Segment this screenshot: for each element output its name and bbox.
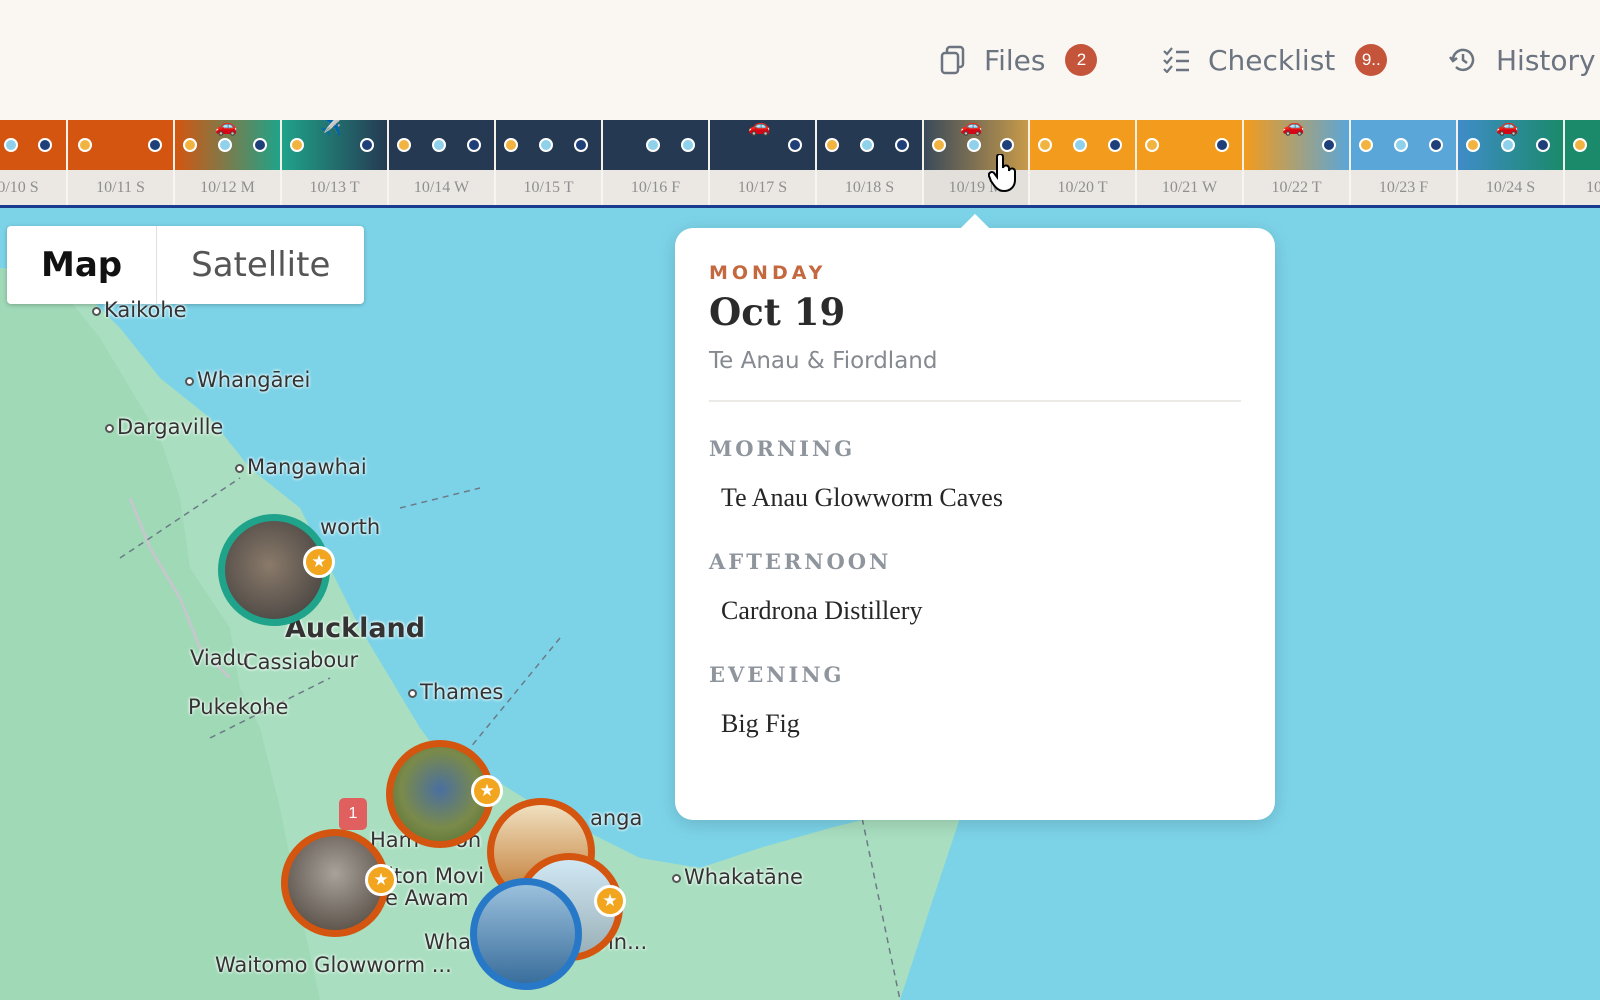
town-label: Kaikohe <box>92 298 187 322</box>
timeline-day[interactable]: 10/11 S <box>66 120 173 205</box>
timeline-day-label: 10/10 S <box>0 170 66 205</box>
town-label: bour <box>310 648 359 672</box>
timeline-day[interactable]: 10/10 S <box>0 120 66 205</box>
favorite-star-icon: ★ <box>365 864 397 896</box>
favorite-star-icon: ★ <box>471 775 503 807</box>
timeline-day-label: 10/20 T <box>1028 170 1135 205</box>
timeline-day-label: 10/21 W <box>1135 170 1242 205</box>
afternoon-activity[interactable]: Cardrona Distillery <box>721 596 1241 626</box>
morning-activity[interactable]: Te Anau Glowworm Caves <box>721 483 1241 513</box>
favorite-star-icon: ★ <box>594 885 626 917</box>
plane-icon: ✈️ <box>320 120 343 136</box>
day-detail-popup: MONDAY Oct 19 Te Anau & Fiordland MORNIN… <box>675 213 1275 820</box>
town-label: Waitomo Glowworm ... <box>215 953 452 977</box>
hand-cursor-icon <box>988 154 1016 192</box>
morning-heading: MORNING <box>709 436 856 461</box>
town-label: Pukekohe <box>188 695 289 719</box>
satellite-mode-button[interactable]: Satellite <box>157 226 364 304</box>
town-label: Thames <box>408 680 503 704</box>
town-label: Mangawhai <box>235 455 367 479</box>
evening-activity[interactable]: Big Fig <box>721 709 1241 739</box>
afternoon-heading: AFTERNOON <box>709 549 892 574</box>
car-icon: 🚗 <box>215 120 238 136</box>
files-count-badge: 2 <box>1065 44 1098 76</box>
timeline-day[interactable]: 🚗 10/24 S <box>1456 120 1563 205</box>
timeline-day[interactable]: 10/15 T <box>494 120 601 205</box>
history-button[interactable]: History <box>1448 40 1596 80</box>
timeline-day-label: 10/18 S <box>815 170 922 205</box>
history-label: History <box>1496 43 1596 77</box>
files-label: Files <box>984 43 1046 77</box>
timeline-day[interactable]: 10/14 W <box>387 120 494 205</box>
popup-region: Te Anau & Fiordland <box>709 348 938 374</box>
car-icon: 🚗 <box>960 120 983 136</box>
car-icon: 🚗 <box>1282 120 1305 136</box>
timeline-day[interactable]: ✈️ 10/13 T <box>280 120 387 205</box>
place-pin-cluster[interactable] <box>470 878 582 990</box>
timeline-day[interactable]: 10/23 F <box>1349 120 1456 205</box>
town-label: Whakatāne <box>672 865 803 889</box>
top-bar: Files 2 Checklist 9.. History <box>0 0 1600 120</box>
timeline-day[interactable]: 10/16 F <box>601 120 708 205</box>
car-icon: 🚗 <box>748 120 771 136</box>
favorite-star-icon: ★ <box>303 546 335 578</box>
timeline-day-label: 10/15 T <box>494 170 601 205</box>
town-label: anga <box>590 806 643 830</box>
map-mode-button[interactable]: Map <box>7 226 158 304</box>
timeline-day[interactable]: 🚗 10/12 M <box>173 120 280 205</box>
town-label: Auckland <box>285 613 426 644</box>
town-label: Whangārei <box>185 368 310 392</box>
files-button[interactable]: Files 2 <box>940 40 1098 80</box>
history-icon <box>1449 48 1475 72</box>
timeline-day-label: 10/17 S <box>708 170 815 205</box>
town-label: worth <box>320 515 381 539</box>
popup-weekday: MONDAY <box>709 262 827 284</box>
checklist-count-badge: 9.. <box>1355 44 1388 76</box>
timeline-day-label: 10 <box>1563 170 1600 205</box>
evening-heading: EVENING <box>709 662 845 687</box>
trip-timeline[interactable]: 10/10 S 10/11 S 🚗 10/12 M ✈️ 10/13 T 10/… <box>0 120 1600 208</box>
timeline-day-label: 10/12 M <box>173 170 280 205</box>
car-icon: 🚗 <box>1496 120 1519 136</box>
checklist-icon <box>1163 47 1189 73</box>
town-label: Cassia <box>243 650 312 674</box>
town-label: Viadu <box>190 646 250 670</box>
highway-shield: 1 <box>339 798 367 830</box>
checklist-label: Checklist <box>1208 43 1336 77</box>
files-icon <box>940 45 965 75</box>
timeline-day-label: 10/13 T <box>280 170 387 205</box>
timeline-day[interactable]: 10/18 S <box>815 120 922 205</box>
town-label: iton Movi <box>388 864 485 888</box>
popup-divider <box>709 400 1241 402</box>
map-type-toggle[interactable]: Map Satellite <box>7 226 365 304</box>
timeline-day-label: 10/23 F <box>1349 170 1456 205</box>
popup-date: Oct 19 <box>709 290 846 334</box>
timeline-day[interactable]: 10/21 W <box>1135 120 1242 205</box>
timeline-day-label: 10/11 S <box>66 170 173 205</box>
timeline-day[interactable]: 🚗 10/22 T <box>1242 120 1349 205</box>
town-label: e Awam <box>385 886 469 910</box>
timeline-day-label: 10/22 T <box>1242 170 1349 205</box>
timeline-day[interactable]: 10/20 T <box>1028 120 1135 205</box>
checklist-button[interactable]: Checklist 9.. <box>1162 40 1388 80</box>
timeline-day[interactable]: 🚗 10/17 S <box>708 120 815 205</box>
town-label: Wha <box>424 930 471 954</box>
timeline-day-label: 10/16 F <box>601 170 708 205</box>
timeline-day-label: 10/14 W <box>387 170 494 205</box>
town-label: Dargaville <box>105 415 223 439</box>
timeline-day[interactable]: 10 <box>1563 120 1600 205</box>
timeline-day-label: 10/24 S <box>1456 170 1563 205</box>
